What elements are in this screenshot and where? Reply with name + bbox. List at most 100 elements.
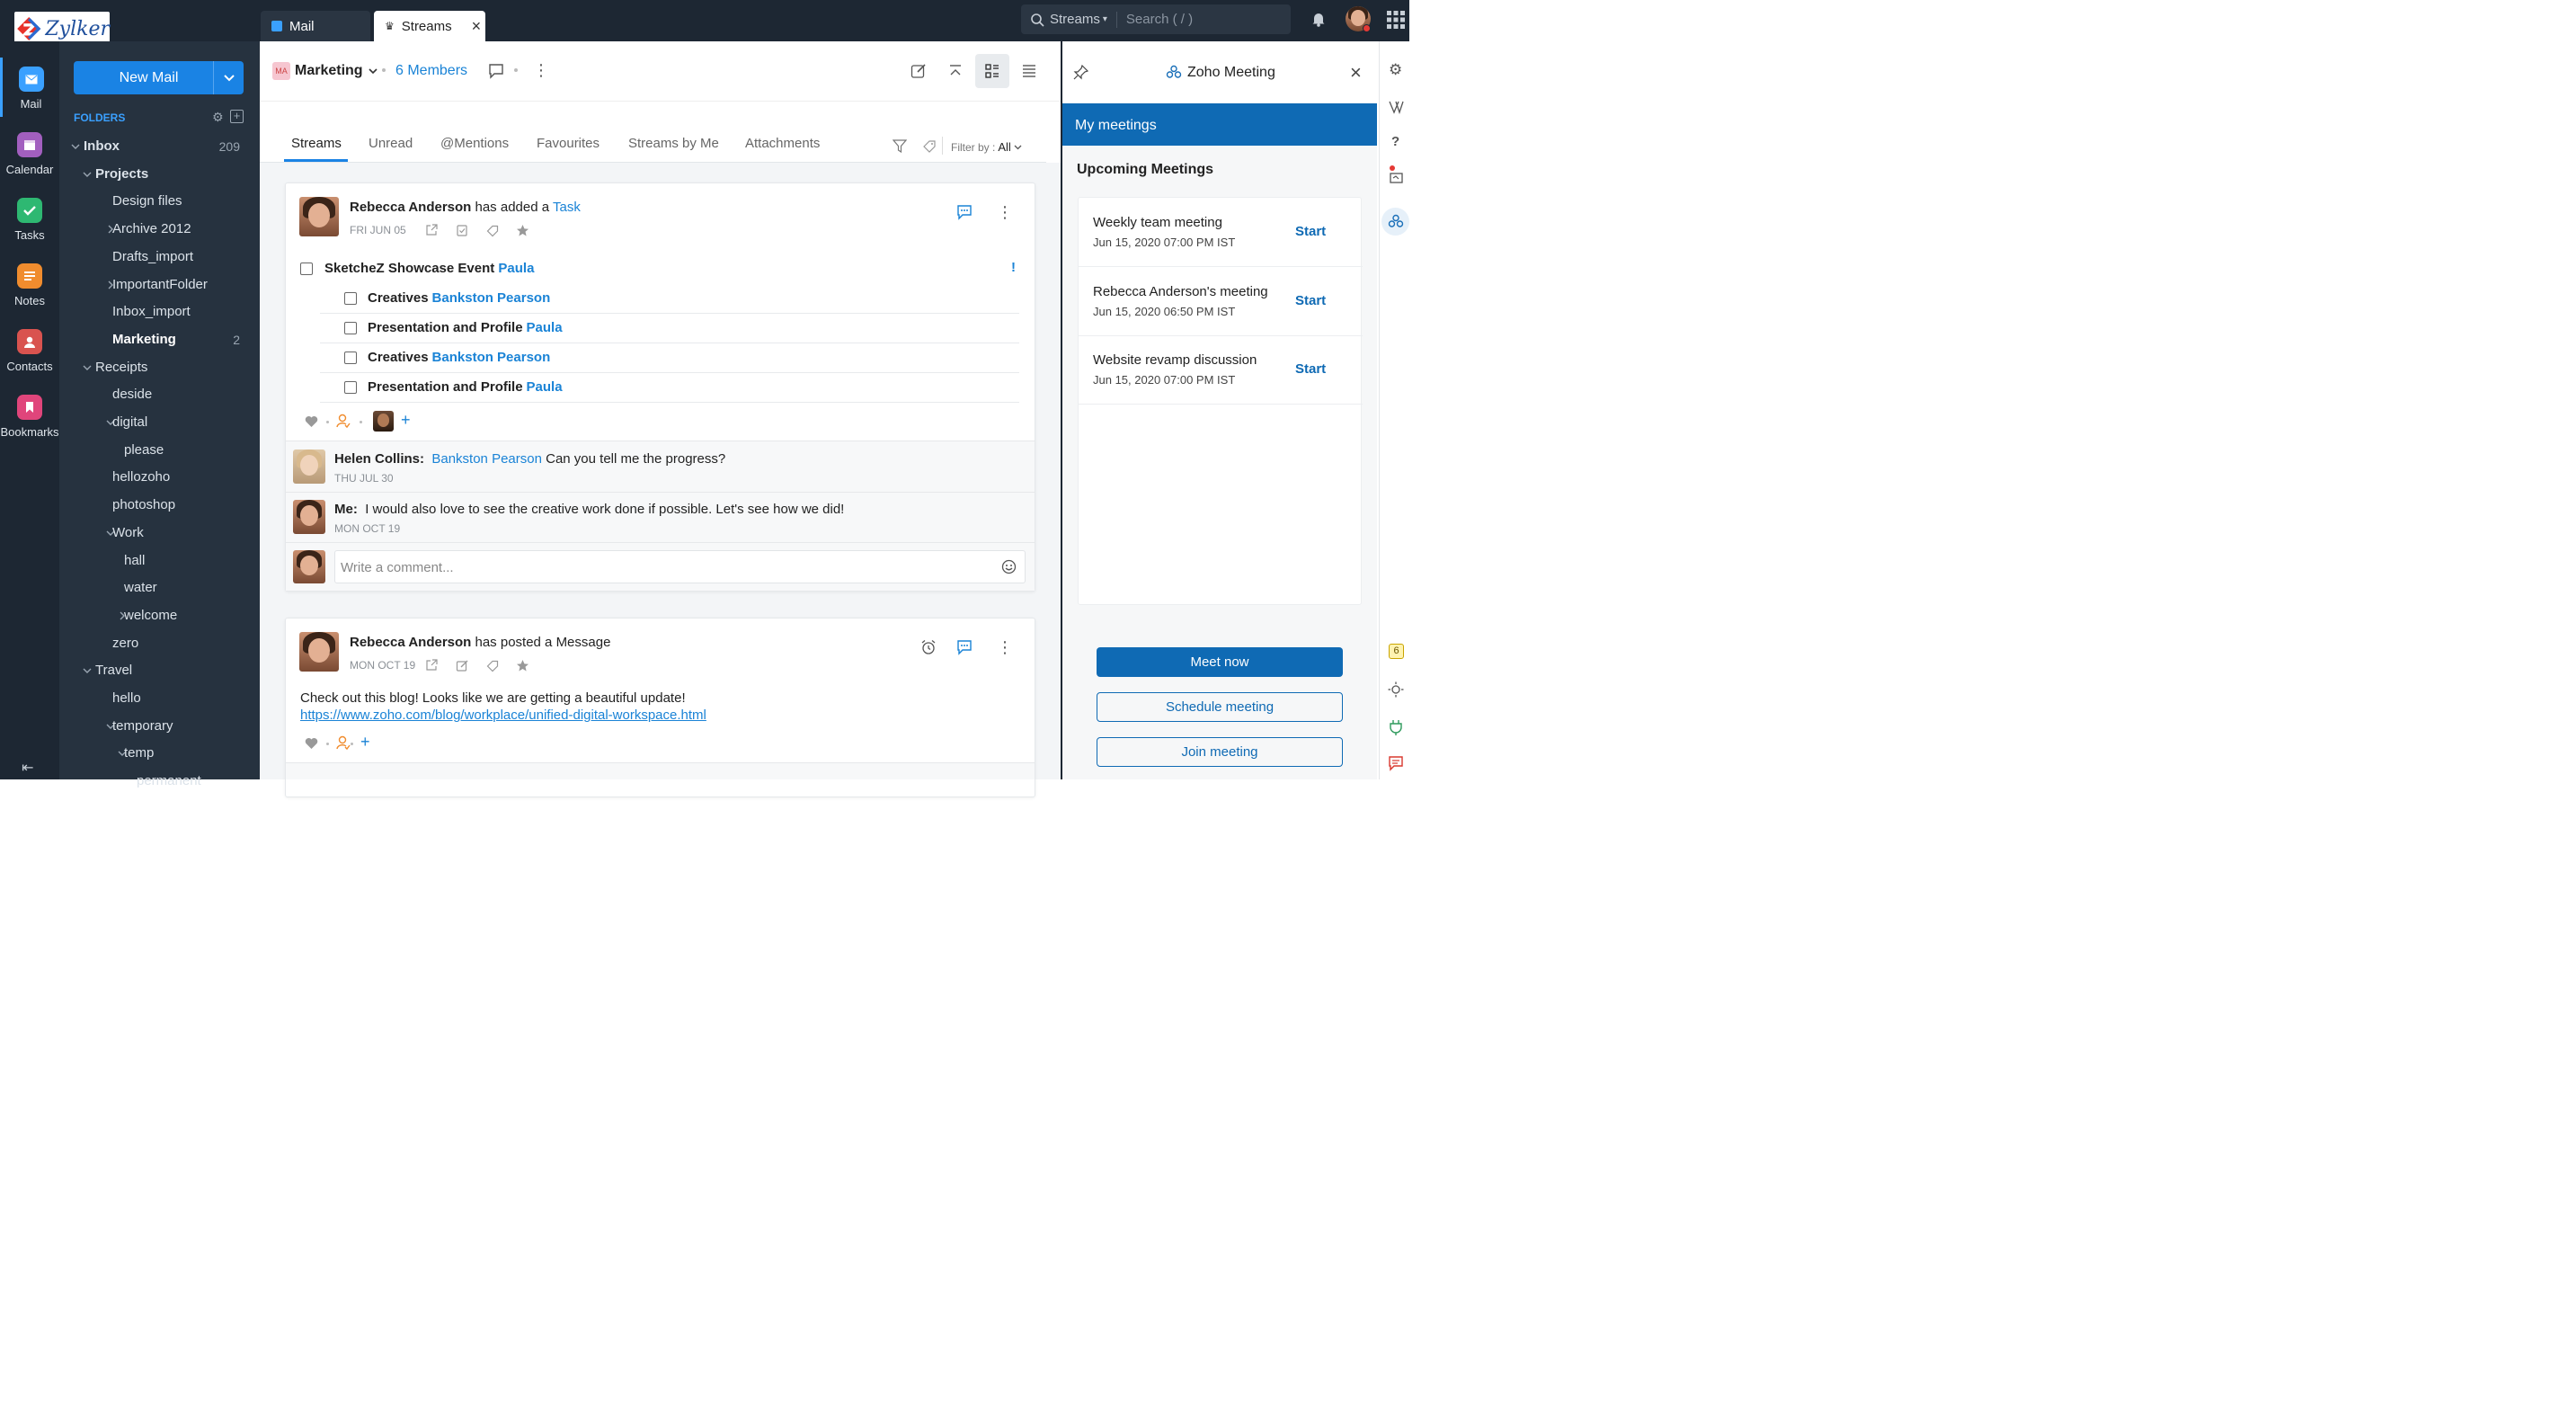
settings-icon[interactable]: ⚙	[1389, 61, 1402, 79]
folder-item[interactable]: photoshop	[59, 494, 260, 516]
tag-filter-icon[interactable]	[922, 139, 937, 153]
comment-icon[interactable]	[956, 204, 973, 220]
folder-item[interactable]: Projects	[59, 164, 260, 185]
whiteboard-icon[interactable]	[1388, 165, 1404, 187]
comment-author[interactable]: Helen Collins:	[334, 451, 424, 467]
subtask-title[interactable]: Presentation and Profile	[368, 320, 523, 335]
folder-item[interactable]: Archive 2012	[59, 218, 260, 240]
folder-item[interactable]: temp	[59, 743, 260, 764]
task-icon[interactable]	[456, 224, 468, 236]
post-more-icon[interactable]: ⋮	[997, 638, 1013, 657]
post-author[interactable]: Rebecca Anderson	[350, 635, 471, 650]
subtask-checkbox[interactable]	[344, 381, 357, 394]
chevron-down-icon[interactable]	[83, 363, 92, 372]
like-icon[interactable]	[305, 415, 318, 428]
add-folder-icon[interactable]: +	[230, 110, 244, 123]
help-icon[interactable]: ?	[1391, 134, 1399, 149]
subtask-assignee[interactable]: Bankston Pearson	[432, 350, 551, 365]
collapse-up-icon[interactable]	[948, 65, 963, 77]
like-icon[interactable]	[305, 737, 318, 750]
list-view-icon[interactable]	[1022, 65, 1036, 77]
folder-item[interactable]: Work	[59, 522, 260, 544]
post-author[interactable]: Rebecca Anderson	[350, 200, 471, 215]
comment-icon[interactable]	[956, 639, 973, 655]
new-mail-button[interactable]: New Mail	[74, 61, 244, 94]
tab-mail[interactable]: Mail	[261, 11, 370, 41]
tab-unread[interactable]: Unread	[369, 136, 413, 151]
star-icon[interactable]	[516, 224, 529, 237]
nav-calendar[interactable]: Calendar	[0, 132, 59, 176]
post-type-link[interactable]: Task	[553, 200, 581, 215]
task-checkbox[interactable]	[300, 263, 313, 275]
subtask-checkbox[interactable]	[344, 352, 357, 364]
folder-item[interactable]: hello	[59, 688, 260, 709]
folder-item[interactable]: water	[59, 577, 260, 599]
post-more-icon[interactable]: ⋮	[997, 203, 1013, 222]
nav-tasks[interactable]: Tasks	[0, 198, 59, 242]
subtask-title[interactable]: Creatives	[368, 350, 429, 365]
folder-item[interactable]: hall	[59, 550, 260, 572]
start-meeting-button[interactable]: Start	[1295, 293, 1326, 308]
pin-icon[interactable]	[1073, 65, 1088, 80]
nav-mail[interactable]: Mail	[0, 58, 59, 117]
chevron-down-icon[interactable]	[83, 666, 92, 675]
collapse-sidebar-icon[interactable]: ⇤	[22, 759, 33, 777]
group-selector[interactable]: Marketing	[295, 63, 378, 79]
folder-item[interactable]: ImportantFolder	[59, 274, 260, 296]
tab-streams-by-me[interactable]: Streams by Me	[628, 136, 719, 151]
commenter-avatar[interactable]	[293, 500, 325, 534]
tab-attachments[interactable]: Attachments	[745, 136, 820, 151]
apps-grid-icon[interactable]	[1387, 11, 1405, 29]
assignee-avatar[interactable]	[373, 411, 394, 432]
tab-streams[interactable]: ♛ Streams ×	[374, 11, 485, 41]
chat-icon[interactable]	[488, 63, 504, 79]
tag-icon[interactable]	[486, 660, 499, 672]
folder-item[interactable]: Receipts	[59, 357, 260, 378]
compose-icon[interactable]	[910, 63, 927, 79]
alarm-icon[interactable]	[920, 639, 937, 655]
add-assignee-icon[interactable]: +	[401, 411, 411, 430]
emoji-icon[interactable]	[1001, 559, 1017, 574]
folder-item[interactable]: welcome	[59, 605, 260, 627]
folder-item[interactable]: Drafts_import	[59, 246, 260, 268]
plug-icon[interactable]	[1388, 719, 1404, 735]
folder-item[interactable]: digital	[59, 412, 260, 433]
subtask-title[interactable]: Presentation and Profile	[368, 379, 523, 395]
subtask-title[interactable]: Creatives	[368, 290, 429, 306]
folder-item[interactable]: zero	[59, 633, 260, 654]
nav-bookmarks[interactable]: Bookmarks	[0, 395, 59, 439]
new-mail-dropdown[interactable]	[213, 61, 244, 94]
folder-item[interactable]: Travel	[59, 660, 260, 681]
author-avatar[interactable]	[299, 632, 339, 672]
assign-user-icon[interactable]	[336, 735, 351, 751]
calendar-badge[interactable]: 6	[1389, 644, 1404, 659]
mention-link[interactable]: Bankston Pearson	[431, 451, 542, 467]
start-meeting-button[interactable]: Start	[1295, 224, 1326, 239]
open-external-icon[interactable]	[425, 659, 438, 672]
folder-item[interactable]: permanent	[59, 770, 260, 792]
members-link[interactable]: 6 Members	[395, 63, 467, 79]
subtask-checkbox[interactable]	[344, 322, 357, 334]
folder-settings-icon[interactable]: ⚙	[212, 110, 224, 125]
search-input[interactable]: Search ( / )	[1126, 12, 1193, 27]
folder-item[interactable]: Inbox_import	[59, 301, 260, 323]
tab-streams-feed[interactable]: Streams	[291, 136, 342, 151]
nav-contacts[interactable]: Contacts	[0, 329, 59, 373]
edit-icon[interactable]	[456, 659, 468, 672]
folder-item[interactable]: please	[59, 440, 260, 461]
subtask-assignee[interactable]: Bankston Pearson	[432, 290, 551, 306]
folder-item[interactable]: Design files	[59, 191, 260, 212]
comment-input[interactable]: Write a comment...	[334, 550, 1026, 583]
open-external-icon[interactable]	[425, 224, 438, 236]
nav-notes[interactable]: Notes	[0, 263, 59, 307]
tab-favourites[interactable]: Favourites	[537, 136, 600, 151]
brightness-icon[interactable]	[1388, 681, 1404, 698]
bell-icon[interactable]	[1311, 11, 1326, 27]
signature-icon[interactable]	[1389, 99, 1404, 114]
commenter-avatar[interactable]	[293, 449, 325, 484]
feedback-icon[interactable]	[1388, 755, 1404, 771]
start-meeting-button[interactable]: Start	[1295, 361, 1326, 377]
folder-item[interactable]: temporary	[59, 716, 260, 737]
star-icon[interactable]	[516, 659, 529, 672]
close-tab-icon[interactable]: ×	[472, 17, 482, 36]
